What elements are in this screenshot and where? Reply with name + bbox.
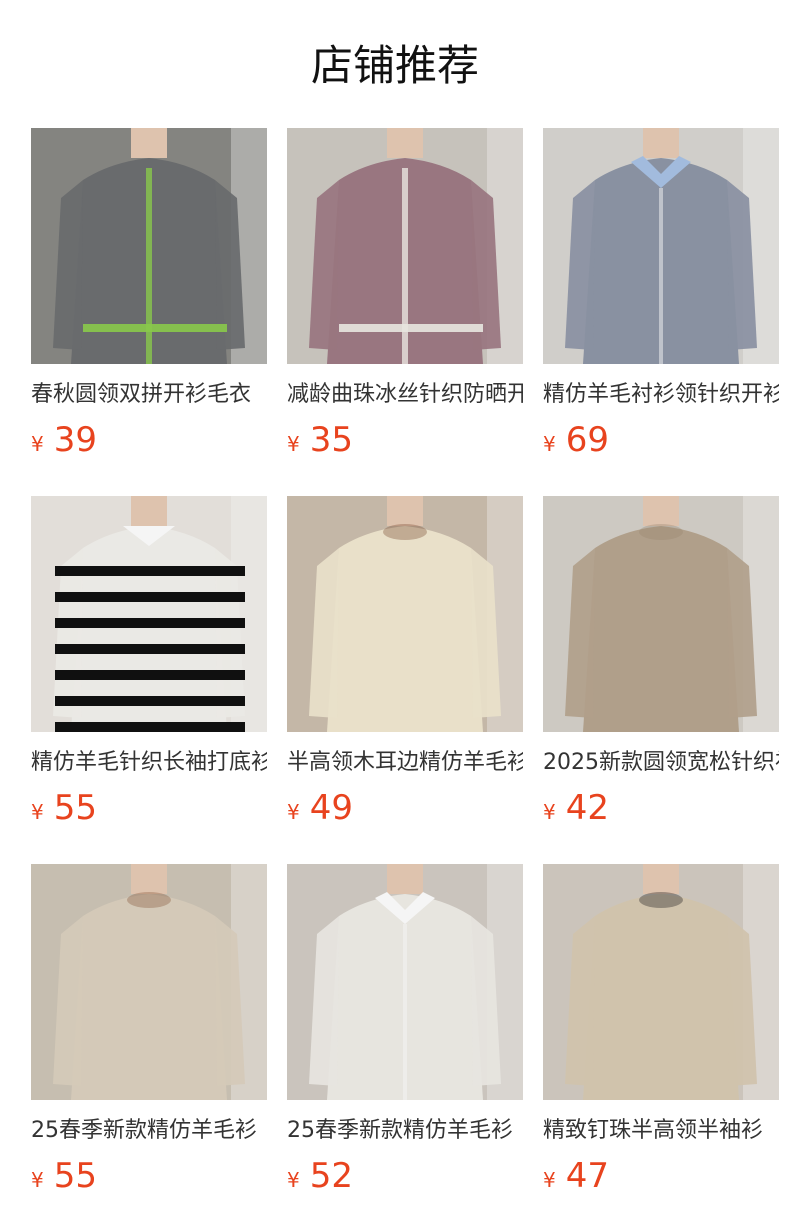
currency-symbol: ¥ bbox=[543, 1168, 556, 1192]
product-name[interactable]: 2025新款圆领宽松针织衫 bbox=[543, 748, 779, 778]
product-price: ¥52 bbox=[287, 1156, 353, 1196]
currency-symbol: ¥ bbox=[287, 800, 300, 824]
product-price: ¥55 bbox=[31, 788, 97, 828]
currency-symbol: ¥ bbox=[543, 800, 556, 824]
product-card[interactable]: 精致钉珠半高领半袖衫 ¥47 bbox=[543, 864, 779, 1196]
price-value: 42 bbox=[565, 788, 609, 828]
product-image[interactable] bbox=[287, 128, 523, 364]
price-value: 49 bbox=[309, 788, 353, 828]
currency-symbol: ¥ bbox=[287, 432, 300, 456]
product-name[interactable]: 精仿羊毛衬衫领针织开衫 bbox=[543, 380, 779, 410]
product-price: ¥55 bbox=[31, 1156, 97, 1196]
product-card[interactable]: 25春季新款精仿羊毛衫 ¥55 bbox=[31, 864, 267, 1196]
product-name[interactable]: 春秋圆领双拼开衫毛衣 bbox=[31, 380, 267, 410]
product-image[interactable] bbox=[543, 128, 779, 364]
product-image[interactable] bbox=[31, 496, 267, 732]
product-card[interactable]: 半高领木耳边精仿羊毛衫 ¥49 bbox=[287, 496, 523, 828]
product-price: ¥35 bbox=[287, 420, 353, 460]
currency-symbol: ¥ bbox=[287, 1168, 300, 1192]
currency-symbol: ¥ bbox=[31, 1168, 44, 1192]
product-name[interactable]: 精仿羊毛针织长袖打底衫 bbox=[31, 748, 267, 778]
currency-symbol: ¥ bbox=[31, 432, 44, 456]
product-image[interactable] bbox=[287, 864, 523, 1100]
product-price: ¥49 bbox=[287, 788, 353, 828]
product-name[interactable]: 减龄曲珠冰丝针织防晒开衫 bbox=[287, 380, 523, 410]
currency-symbol: ¥ bbox=[31, 800, 44, 824]
product-image[interactable] bbox=[31, 128, 267, 364]
price-value: 52 bbox=[309, 1156, 353, 1196]
product-name[interactable]: 半高领木耳边精仿羊毛衫 bbox=[287, 748, 523, 778]
product-price: ¥42 bbox=[543, 788, 609, 828]
price-value: 47 bbox=[565, 1156, 609, 1196]
price-value: 39 bbox=[53, 420, 97, 460]
product-name[interactable]: 25春季新款精仿羊毛衫 bbox=[287, 1116, 523, 1146]
currency-symbol: ¥ bbox=[543, 432, 556, 456]
price-value: 55 bbox=[53, 788, 97, 828]
price-value: 55 bbox=[53, 1156, 97, 1196]
product-card[interactable]: 精仿羊毛针织长袖打底衫 ¥55 bbox=[31, 496, 267, 828]
product-card[interactable]: 25春季新款精仿羊毛衫 ¥52 bbox=[287, 864, 523, 1196]
product-image[interactable] bbox=[543, 496, 779, 732]
product-image[interactable] bbox=[31, 864, 267, 1100]
product-image[interactable] bbox=[287, 496, 523, 732]
product-card[interactable]: 精仿羊毛衬衫领针织开衫 ¥69 bbox=[543, 128, 779, 460]
price-value: 35 bbox=[309, 420, 353, 460]
product-card[interactable]: 减龄曲珠冰丝针织防晒开衫 ¥35 bbox=[287, 128, 523, 460]
product-card[interactable]: 春秋圆领双拼开衫毛衣 ¥39 bbox=[31, 128, 267, 460]
product-name[interactable]: 精致钉珠半高领半袖衫 bbox=[543, 1116, 779, 1146]
product-image[interactable] bbox=[543, 864, 779, 1100]
product-grid: 春秋圆领双拼开衫毛衣 ¥39 减龄曲珠冰丝针织防晒开衫 ¥35 精仿羊毛衬衫领针织开衫 ¥… bbox=[31, 128, 779, 1196]
price-value: 69 bbox=[565, 420, 609, 460]
product-price: ¥39 bbox=[31, 420, 97, 460]
product-name[interactable]: 25春季新款精仿羊毛衫 bbox=[31, 1116, 267, 1146]
product-price: ¥47 bbox=[543, 1156, 609, 1196]
product-card[interactable]: 2025新款圆领宽松针织衫 ¥42 bbox=[543, 496, 779, 828]
store-recommendation-page: 店铺推荐 春秋圆领双拼开衫毛衣 ¥39 减龄曲珠冰丝针织防晒开衫 ¥35 精仿羊毛衬衫领… bbox=[0, 0, 790, 1232]
product-price: ¥69 bbox=[543, 420, 609, 460]
page-title: 店铺推荐 bbox=[310, 41, 479, 90]
